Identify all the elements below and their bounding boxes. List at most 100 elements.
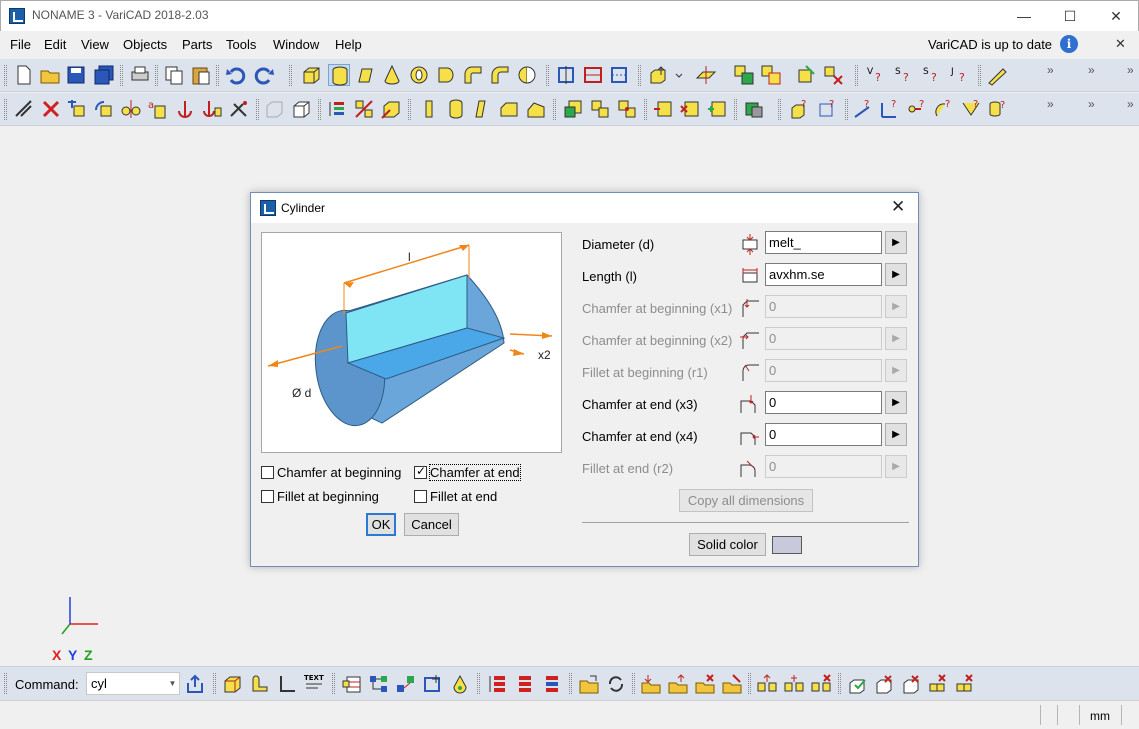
diameter-pick-button[interactable]: ▶ [885, 231, 907, 254]
prism-solid-icon[interactable] [355, 64, 377, 86]
hierarchy-icon[interactable] [368, 673, 390, 695]
toolbar-overflow[interactable]: » [1047, 97, 1054, 111]
fill-color-icon[interactable] [449, 673, 471, 695]
query-coordinates-icon[interactable]: ? [879, 98, 901, 120]
folder-down-icon[interactable] [640, 673, 662, 695]
link-object-icon[interactable] [395, 673, 417, 695]
text-icon[interactable]: TEXT [303, 671, 325, 693]
menu-objects[interactable]: Objects [123, 37, 167, 52]
close-icon[interactable]: ✕ [891, 197, 905, 217]
delete-icon[interactable] [40, 98, 62, 120]
assembly-icon[interactable] [589, 98, 611, 120]
menu-view[interactable]: View [81, 37, 109, 52]
toolbar-grip[interactable] [155, 65, 158, 86]
toolbar-grip[interactable] [120, 65, 123, 86]
multi-copy-icon[interactable] [822, 64, 844, 86]
layer-red-icon[interactable] [486, 673, 508, 695]
split-icon[interactable] [353, 98, 375, 120]
checkbox-box[interactable] [414, 490, 427, 503]
hidden-view-icon[interactable] [608, 64, 630, 86]
move-icon[interactable] [66, 98, 88, 120]
remove-solid-icon[interactable] [873, 673, 895, 695]
tube-solid-icon[interactable] [408, 64, 430, 86]
insert-part-icon[interactable] [562, 98, 584, 120]
elbow-solid-icon[interactable] [462, 64, 484, 86]
shell-icon[interactable] [743, 98, 765, 120]
revolve-solid-icon[interactable] [435, 64, 457, 86]
solid-color-button[interactable]: Solid color [689, 533, 766, 556]
check-solid-icon[interactable] [846, 673, 868, 695]
toolbar-grip[interactable] [644, 99, 647, 120]
toolbar-grip[interactable] [4, 673, 7, 694]
toolbar-grip[interactable] [734, 99, 737, 120]
open-file-icon[interactable] [39, 64, 61, 86]
chamfer-end-x3-input[interactable]: 0 [765, 391, 882, 414]
solid-list-icon[interactable] [652, 98, 674, 120]
folder-link-icon[interactable] [721, 673, 743, 695]
query-area-icon[interactable]: S? [920, 64, 942, 86]
remove-all-icon[interactable] [954, 673, 976, 695]
chamfer-end-x4-input[interactable]: 0 [765, 423, 882, 446]
chamfer-x1-pick-button[interactable]: ▶ [885, 295, 907, 318]
toolbar-grip[interactable] [332, 673, 335, 694]
slope-icon[interactable] [471, 98, 493, 120]
toolbar-grip[interactable] [638, 65, 641, 86]
menu-window[interactable]: Window [273, 37, 319, 52]
solid-remove-icon[interactable] [679, 98, 701, 120]
toolbar-grip[interactable] [569, 673, 572, 694]
chamfer-beginning-x2-input[interactable]: 0 [765, 327, 882, 350]
toolbar-grip[interactable] [216, 65, 219, 86]
command-export-icon[interactable] [184, 673, 206, 695]
paste-icon[interactable] [190, 64, 212, 86]
attribute-icon[interactable]: a [147, 98, 169, 120]
chamfer-x3-pick-button[interactable]: ▶ [885, 391, 907, 414]
outline-box-icon[interactable] [290, 98, 312, 120]
toolbar-grip[interactable] [845, 99, 848, 120]
toolbar-overflow[interactable]: » [1088, 97, 1095, 111]
refresh-icon[interactable] [605, 673, 627, 695]
box-solid-icon[interactable] [300, 64, 322, 86]
toolbar-grip[interactable] [213, 673, 216, 694]
menu-parts[interactable]: Parts [182, 37, 212, 52]
profile-icon[interactable] [249, 673, 271, 695]
insert-solid-icon[interactable] [647, 64, 669, 86]
fillet-r1-pick-button[interactable]: ▶ [885, 359, 907, 382]
cylinder-solid-icon[interactable] [328, 64, 350, 86]
toolbar-grip[interactable] [855, 65, 858, 86]
chamfer-x4-pick-button[interactable]: ▶ [885, 423, 907, 446]
bom-table-icon[interactable] [341, 673, 363, 695]
toolbar-overflow[interactable]: » [1047, 63, 1054, 77]
menu-edit[interactable]: Edit [44, 37, 66, 52]
maximize-button[interactable]: ☐ [1047, 1, 1093, 32]
checkbox-box[interactable] [261, 490, 274, 503]
copy-icon[interactable] [163, 64, 185, 86]
toolbar-grip[interactable] [256, 99, 259, 120]
query-volume-icon[interactable]: V? [864, 64, 886, 86]
boolean-subtract-icon[interactable] [760, 64, 782, 86]
query-distance-icon[interactable]: ? [816, 98, 838, 120]
mirror-icon[interactable] [120, 98, 142, 120]
save-icon[interactable] [65, 64, 87, 86]
chevron-down-icon[interactable] [673, 64, 685, 86]
remove-group-icon[interactable] [927, 673, 949, 695]
ok-button[interactable]: OK [366, 513, 396, 536]
toolbar-grip[interactable] [318, 99, 321, 120]
tree-add-icon[interactable] [783, 673, 805, 695]
toolbar-grip[interactable] [289, 65, 292, 86]
trim-icon[interactable] [13, 98, 35, 120]
toolbar-grip[interactable] [477, 673, 480, 694]
checkbox-box[interactable] [261, 466, 274, 479]
query-mass-icon[interactable]: J? [948, 64, 970, 86]
toolbar-grip[interactable] [546, 65, 549, 86]
fillet-r2-pick-button[interactable]: ▶ [885, 455, 907, 478]
anchor-icon[interactable] [174, 98, 196, 120]
sphere-segment-icon[interactable] [516, 64, 538, 86]
cut-plane-icon[interactable] [582, 64, 604, 86]
solid-restore-icon[interactable] [706, 98, 728, 120]
anchor-group-icon[interactable] [201, 98, 223, 120]
folder-up-icon[interactable] [667, 673, 689, 695]
dismiss-notification-button[interactable]: ✕ [1115, 36, 1126, 52]
transform-icon[interactable] [795, 64, 817, 86]
toolbar-overflow[interactable]: » [1127, 97, 1134, 111]
solid-color-swatch[interactable] [772, 536, 802, 554]
